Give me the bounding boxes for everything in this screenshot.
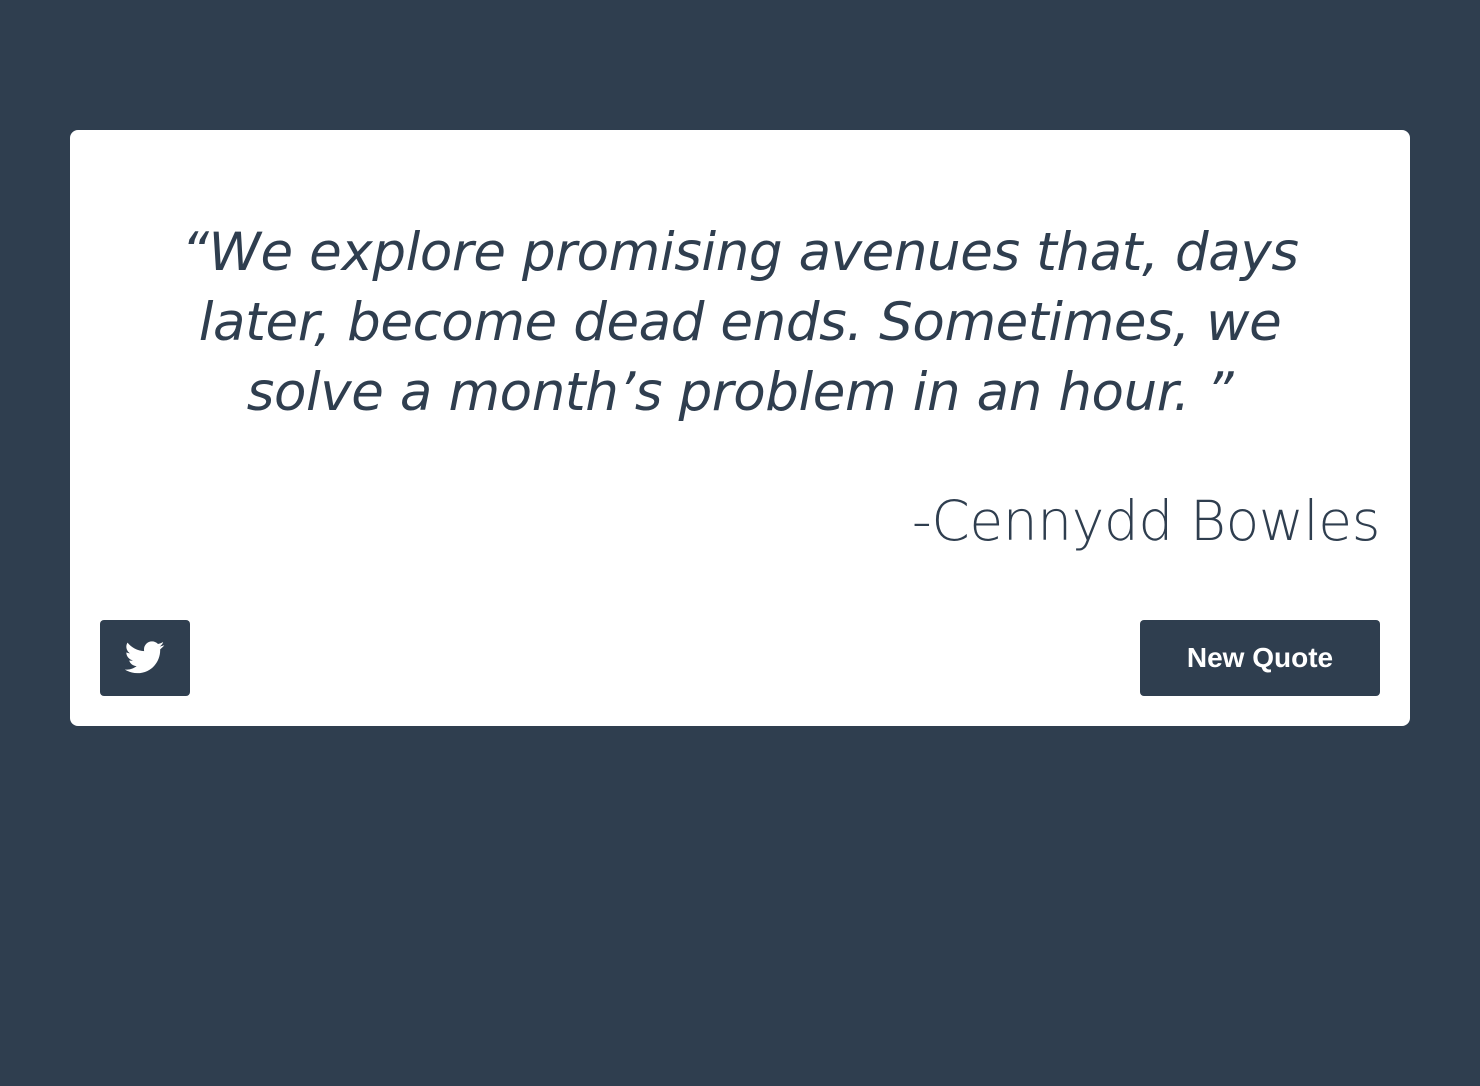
tweet-button[interactable]	[100, 620, 190, 696]
quote-text: “We explore promising avenues that, days…	[181, 222, 1299, 423]
quote-card: “We explore promising avenues that, days…	[70, 130, 1410, 726]
quote-author: -Cennydd Bowles	[911, 489, 1380, 553]
new-quote-button[interactable]: New Quote	[1140, 620, 1380, 696]
twitter-icon	[125, 641, 165, 675]
